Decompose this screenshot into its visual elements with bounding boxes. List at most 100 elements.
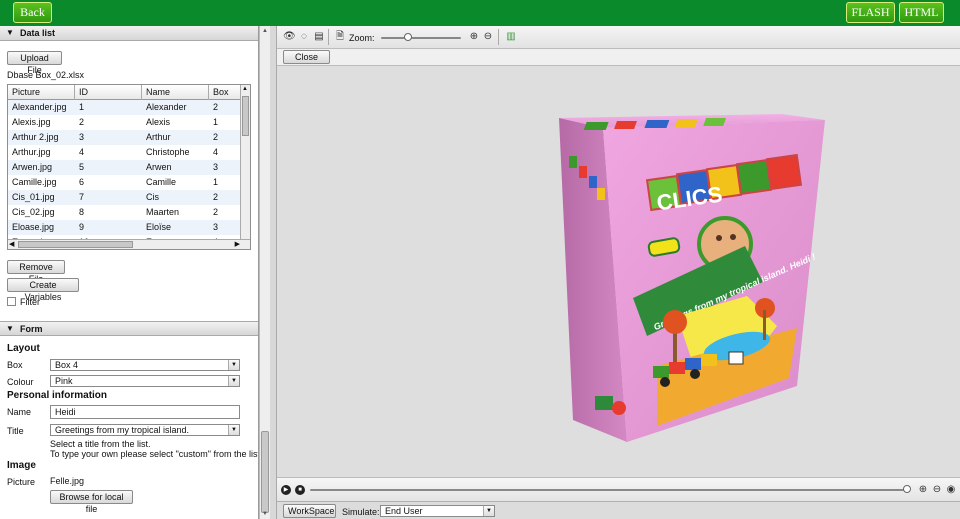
table-cell: Camille — [146, 177, 177, 187]
table-row[interactable]: Arthur 2.jpg 3 Arthur 2 — [8, 130, 241, 145]
title-select-value: Greetings from my tropical island. — [55, 425, 190, 435]
title-select[interactable]: Greetings from my tropical island. ▼ — [50, 424, 240, 436]
table-row[interactable]: Cis_02.jpg 8 Maarten 2 — [8, 205, 241, 220]
table-row[interactable]: Arthur.jpg 4 Christophe 4 — [8, 145, 241, 160]
table-cell: Alexis.jpg — [12, 117, 51, 127]
reset-view-icon[interactable]: ◉ — [945, 484, 957, 496]
zoom-out-icon[interactable]: ⊖ — [482, 31, 494, 43]
workspace-button[interactable]: WorkSpace — [283, 504, 336, 518]
form-header[interactable]: ▼ Form — [0, 321, 258, 336]
table-cell: 3 — [213, 162, 219, 172]
collapse-triangle-icon[interactable]: ▼ — [6, 322, 14, 336]
scroll-left-arrow-icon[interactable]: ◀ — [9, 240, 14, 248]
zoom-slider[interactable] — [381, 37, 461, 39]
close-button[interactable]: Close — [283, 50, 330, 64]
box-3d-preview[interactable]: CLICS Greetings from my tropical island.… — [277, 66, 960, 477]
collapse-triangle-icon[interactable]: ▼ — [6, 26, 14, 40]
table-row[interactable]: Camille.jpg 6 Camille 1 — [8, 175, 241, 190]
zoom-in-icon[interactable]: ⊕ — [917, 484, 929, 496]
create-variables-button[interactable]: Create Variables — [7, 278, 79, 302]
uploaded-filename: Dbase Box_02.xlsx — [7, 70, 85, 80]
scroll-down-arrow-icon[interactable]: ▼ — [261, 510, 269, 518]
zoom-label: Zoom: — [349, 33, 375, 43]
table-row[interactable]: Alexis.jpg 2 Alexis 1 — [8, 115, 241, 130]
remove-file-button[interactable]: Remove File — [7, 260, 65, 284]
table-cell: Camille.jpg — [12, 177, 57, 187]
table-cell: 3 — [79, 132, 85, 142]
table-cell: Arthur 2.jpg — [12, 132, 59, 142]
chevron-down-icon[interactable]: ▼ — [228, 425, 239, 435]
bottom-bar: WorkSpace Simulate: End User ▼ — [277, 501, 960, 519]
timeline-slider[interactable] — [310, 489, 905, 491]
zoom-out-icon[interactable]: ⊖ — [931, 484, 943, 496]
colour-select[interactable]: Pink ▼ — [50, 375, 240, 387]
table-cell: Arwen.jpg — [12, 162, 53, 172]
name-label: Name — [7, 407, 32, 417]
table-row[interactable]: Alexander.jpg 1 Alexander 2 — [8, 100, 241, 115]
table-row[interactable]: Cis_01.jpg 7 Cis 2 — [8, 190, 241, 205]
data-list-title: Data list — [20, 28, 56, 38]
chevron-down-icon[interactable]: ▼ — [228, 360, 239, 370]
column-header-id[interactable]: ID — [75, 85, 142, 100]
table-header: Picture ID Name Box — [8, 85, 241, 100]
wireframe-icon[interactable]: ◌ — [298, 31, 310, 43]
scroll-right-arrow-icon[interactable]: ▶ — [235, 240, 240, 248]
table-cell: 5 — [79, 162, 85, 172]
title-help-line-1: Select a title from the list. — [50, 439, 151, 449]
timeline-knob[interactable] — [903, 485, 911, 493]
toolbar-separator — [498, 29, 499, 45]
document-icon[interactable]: 🗎 — [334, 31, 346, 43]
browse-local-file-button[interactable]: Browse for local file — [50, 490, 133, 514]
image-heading: Image — [7, 460, 36, 471]
play-icon[interactable]: ▶ — [281, 485, 291, 495]
table-cell: Cis_02.jpg — [12, 207, 55, 217]
colour-label: Colour — [7, 377, 34, 387]
stop-icon[interactable]: ■ — [295, 485, 305, 495]
left-panel: ▼ Data list Upload File Dbase Box_02.xls… — [0, 26, 259, 519]
texture-icon[interactable]: ▤ — [313, 31, 325, 43]
picture-filename: Felle.jpg — [50, 476, 85, 486]
simulate-select[interactable]: End User ▼ — [380, 505, 495, 517]
print-icon[interactable]: ▥ — [505, 31, 517, 43]
panel-splitter[interactable] — [270, 26, 277, 519]
html-button[interactable]: HTML — [899, 2, 944, 23]
table-row[interactable]: Eloase.jpg 9 Eloïse 3 — [8, 220, 241, 235]
table-cell: Cis — [146, 192, 159, 202]
name-input[interactable]: Heidi — [50, 405, 240, 419]
zoom-slider-knob[interactable] — [403, 33, 412, 41]
table-cell: 1 — [213, 117, 219, 127]
table-row[interactable]: Arwen.jpg 5 Arwen 3 — [8, 160, 241, 175]
chevron-down-icon[interactable]: ▼ — [483, 506, 494, 516]
table-cell: Alexander — [146, 102, 187, 112]
filter-checkbox[interactable] — [7, 297, 16, 306]
scroll-thumb[interactable] — [242, 96, 249, 136]
scroll-up-arrow-icon[interactable]: ▲ — [261, 27, 269, 35]
box-select-value: Box 4 — [55, 360, 79, 370]
box-select[interactable]: Box 4 ▼ — [50, 359, 240, 371]
table-cell: 6 — [79, 177, 85, 187]
column-header-name[interactable]: Name — [142, 85, 209, 100]
scroll-thumb[interactable] — [18, 241, 133, 248]
back-button[interactable]: Back — [13, 2, 52, 23]
table-cell: 4 — [79, 147, 85, 157]
eye-icon[interactable]: 👁 — [283, 31, 296, 43]
scroll-up-arrow-icon[interactable]: ▲ — [242, 86, 248, 92]
preview-stage[interactable]: CLICS Greetings from my tropical island.… — [277, 66, 960, 477]
table-cell: 2 — [213, 207, 219, 217]
table-cell: Alexis — [146, 117, 171, 127]
flash-button[interactable]: FLASH — [846, 2, 895, 23]
table-horizontal-scrollbar[interactable]: ◀ ▶ — [8, 239, 250, 249]
scroll-thumb[interactable] — [261, 431, 269, 513]
picture-label: Picture — [7, 477, 36, 487]
upload-file-button[interactable]: Upload File — [7, 51, 62, 75]
title-help-line-2: To type your own please select "custom" … — [50, 449, 259, 459]
column-header-picture[interactable]: Picture — [8, 85, 75, 100]
table-cell: 1 — [79, 102, 85, 112]
table-vertical-scrollbar[interactable]: ▲ — [240, 85, 250, 240]
left-panel-scrollbar[interactable]: ▲ ▼ — [259, 26, 270, 519]
zoom-in-icon[interactable]: ⊕ — [468, 31, 480, 43]
toolbar-separator — [328, 29, 329, 45]
chevron-down-icon[interactable]: ▼ — [228, 376, 239, 386]
data-list-header[interactable]: ▼ Data list — [0, 26, 258, 41]
column-header-box[interactable]: Box — [209, 85, 241, 100]
